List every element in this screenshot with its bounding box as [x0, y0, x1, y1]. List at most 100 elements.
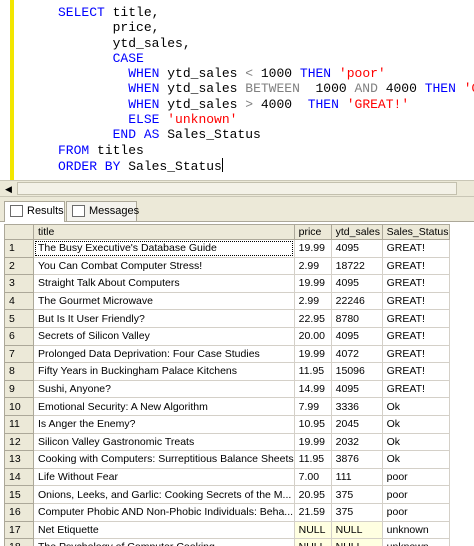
cell-title[interactable]: The Busy Executive's Database Guide: [33, 239, 295, 258]
cell-ytd-sales[interactable]: 4095: [330, 326, 383, 346]
tab-messages[interactable]: Messages: [66, 201, 139, 221]
sql-code[interactable]: SELECT title, price, ytd_sales, CASE WHE…: [58, 5, 474, 174]
table-row[interactable]: 9 Sushi, Anyone? 14.99 4095 GREAT!: [4, 379, 450, 399]
cell-price[interactable]: 11.95: [293, 450, 332, 469]
cell-sales-status[interactable]: poor: [381, 485, 450, 504]
cell-sales-status[interactable]: poor: [381, 467, 450, 487]
cell-ytd-sales[interactable]: 18722: [330, 256, 383, 276]
column-header-price[interactable]: price: [293, 224, 332, 240]
row-number[interactable]: 8: [4, 362, 34, 381]
cell-sales-status[interactable]: GREAT!: [381, 344, 450, 364]
cell-ytd-sales[interactable]: NULL: [330, 538, 383, 546]
row-number[interactable]: 9: [4, 379, 34, 399]
row-number[interactable]: 12: [4, 432, 34, 452]
cell-ytd-sales[interactable]: NULL: [330, 520, 383, 540]
column-header-title[interactable]: title: [33, 224, 295, 240]
cell-sales-status[interactable]: GREAT!: [381, 239, 450, 258]
cell-ytd-sales[interactable]: 111: [330, 467, 383, 487]
cell-sales-status[interactable]: unknown: [381, 520, 450, 540]
table-row[interactable]: 5 But Is It User Friendly? 22.95 8780 GREAT!: [4, 309, 450, 328]
table-row[interactable]: 12 Silicon Valley Gastronomic Treats 19.99…: [4, 432, 450, 452]
cell-price[interactable]: 22.95: [293, 309, 332, 328]
cell-title[interactable]: Straight Talk About Computers: [33, 274, 295, 293]
cell-sales-status[interactable]: Ok: [381, 397, 450, 416]
table-row[interactable]: 6 Secrets of Silicon Valley 20.00 4095 GREAT…: [4, 326, 450, 346]
cell-ytd-sales[interactable]: 22246: [330, 291, 383, 311]
row-number[interactable]: 13: [4, 450, 34, 469]
cell-ytd-sales[interactable]: 4095: [330, 379, 383, 399]
cell-price[interactable]: 19.99: [293, 274, 332, 293]
scrollbar-thumb[interactable]: [17, 182, 457, 195]
cell-price[interactable]: 2.99: [293, 291, 332, 311]
table-row[interactable]: 10 Emotional Security: A New Algorithm 7.9…: [4, 397, 450, 416]
row-number[interactable]: 18: [4, 538, 34, 546]
cell-sales-status[interactable]: GREAT!: [381, 309, 450, 328]
cell-title[interactable]: The Gourmet Microwave: [33, 291, 295, 311]
row-number[interactable]: 14: [4, 467, 34, 487]
row-number[interactable]: 1: [4, 239, 34, 258]
row-number[interactable]: 4: [4, 291, 34, 311]
row-number[interactable]: 16: [4, 502, 34, 522]
cell-price[interactable]: 10.95: [293, 414, 332, 434]
row-number[interactable]: 11: [4, 414, 34, 434]
cell-ytd-sales[interactable]: 375: [330, 502, 383, 522]
cell-price[interactable]: 19.99: [293, 432, 332, 452]
cell-ytd-sales[interactable]: 15096: [330, 362, 383, 381]
cell-title[interactable]: Fifty Years in Buckingham Palace Kitchen…: [33, 362, 295, 381]
cell-price[interactable]: 7.00: [293, 467, 332, 487]
row-number[interactable]: 6: [4, 326, 34, 346]
cell-ytd-sales[interactable]: 2032: [330, 432, 383, 452]
cell-sales-status[interactable]: unknown: [381, 538, 450, 546]
table-row[interactable]: 18The Psychology of Computer CookingNULL…: [4, 538, 450, 546]
cell-price[interactable]: NULL: [293, 538, 332, 546]
scroll-left-arrow-icon[interactable]: ◀: [1, 182, 16, 196]
cell-sales-status[interactable]: GREAT!: [381, 326, 450, 346]
table-row[interactable]: 11 Is Anger the Enemy? 10.95 2045 Ok: [4, 414, 450, 434]
results-grid[interactable]: title price ytd_sales Sales_Status 1 The …: [4, 224, 472, 546]
cell-price[interactable]: 2.99: [293, 256, 332, 276]
cell-sales-status[interactable]: GREAT!: [381, 362, 450, 381]
cell-title[interactable]: Emotional Security: A New Algorithm: [33, 397, 295, 416]
row-number[interactable]: 17: [4, 520, 34, 540]
cell-title[interactable]: Cooking with Computers: Surreptitious Ba…: [33, 450, 295, 469]
cell-title[interactable]: But Is It User Friendly?: [33, 309, 295, 328]
cell-price[interactable]: 19.99: [293, 239, 332, 258]
cell-ytd-sales[interactable]: 4072: [330, 344, 383, 364]
table-row[interactable]: 3 Straight Talk About Computers 19.99 4095 G…: [4, 274, 450, 293]
cell-ytd-sales[interactable]: 3336: [330, 397, 383, 416]
table-row[interactable]: 17 Net Etiquette NULL NULL unknown: [4, 520, 450, 540]
row-number[interactable]: 15: [4, 485, 34, 504]
cell-title[interactable]: Secrets of Silicon Valley: [33, 326, 295, 346]
cell-price[interactable]: 20.00: [293, 326, 332, 346]
sql-editor[interactable]: SELECT title, price, ytd_sales, CASE WHE…: [0, 0, 474, 180]
cell-title[interactable]: Life Without Fear: [33, 467, 295, 487]
cell-title[interactable]: Silicon Valley Gastronomic Treats: [33, 432, 295, 452]
cell-ytd-sales[interactable]: 3876: [330, 450, 383, 469]
table-row[interactable]: 1 The Busy Executive's Database Guide 19.9…: [4, 239, 450, 258]
cell-price[interactable]: NULL: [293, 520, 332, 540]
cell-title[interactable]: Computer Phobic AND Non-Phobic Individua…: [33, 502, 295, 522]
cell-ytd-sales[interactable]: 4095: [330, 274, 383, 293]
cell-title[interactable]: The Psychology of Computer Cooking: [33, 538, 295, 546]
cell-title[interactable]: You Can Combat Computer Stress!: [33, 256, 295, 276]
row-number[interactable]: 7: [4, 344, 34, 364]
row-number[interactable]: 3: [4, 274, 34, 293]
cell-price[interactable]: 20.95: [293, 485, 332, 504]
cell-title[interactable]: Sushi, Anyone?: [33, 379, 295, 399]
table-row[interactable]: 7 Prolonged Data Deprivation: Four Case S…: [4, 344, 450, 364]
table-row[interactable]: 2 You Can Combat Computer Stress! 2.99 1872…: [4, 256, 450, 276]
cell-sales-status[interactable]: GREAT!: [381, 256, 450, 276]
cell-sales-status[interactable]: GREAT!: [381, 274, 450, 293]
table-row[interactable]: 14 Life Without Fear 7.00 111 poor: [4, 467, 450, 487]
column-header-sales-status[interactable]: Sales_Status: [381, 224, 450, 240]
cell-sales-status[interactable]: Ok: [381, 414, 450, 434]
cell-title[interactable]: Prolonged Data Deprivation: Four Case St…: [33, 344, 295, 364]
cell-sales-status[interactable]: GREAT!: [381, 379, 450, 399]
cell-sales-status[interactable]: GREAT!: [381, 291, 450, 311]
cell-title[interactable]: Is Anger the Enemy?: [33, 414, 295, 434]
table-row[interactable]: 13 Cooking with Computers: Surreptitious …: [4, 450, 450, 469]
cell-sales-status[interactable]: Ok: [381, 432, 450, 452]
cell-ytd-sales[interactable]: 4095: [330, 239, 383, 258]
cell-price[interactable]: 11.95: [293, 362, 332, 381]
cell-title[interactable]: Onions, Leeks, and Garlic: Cooking Secre…: [33, 485, 295, 504]
